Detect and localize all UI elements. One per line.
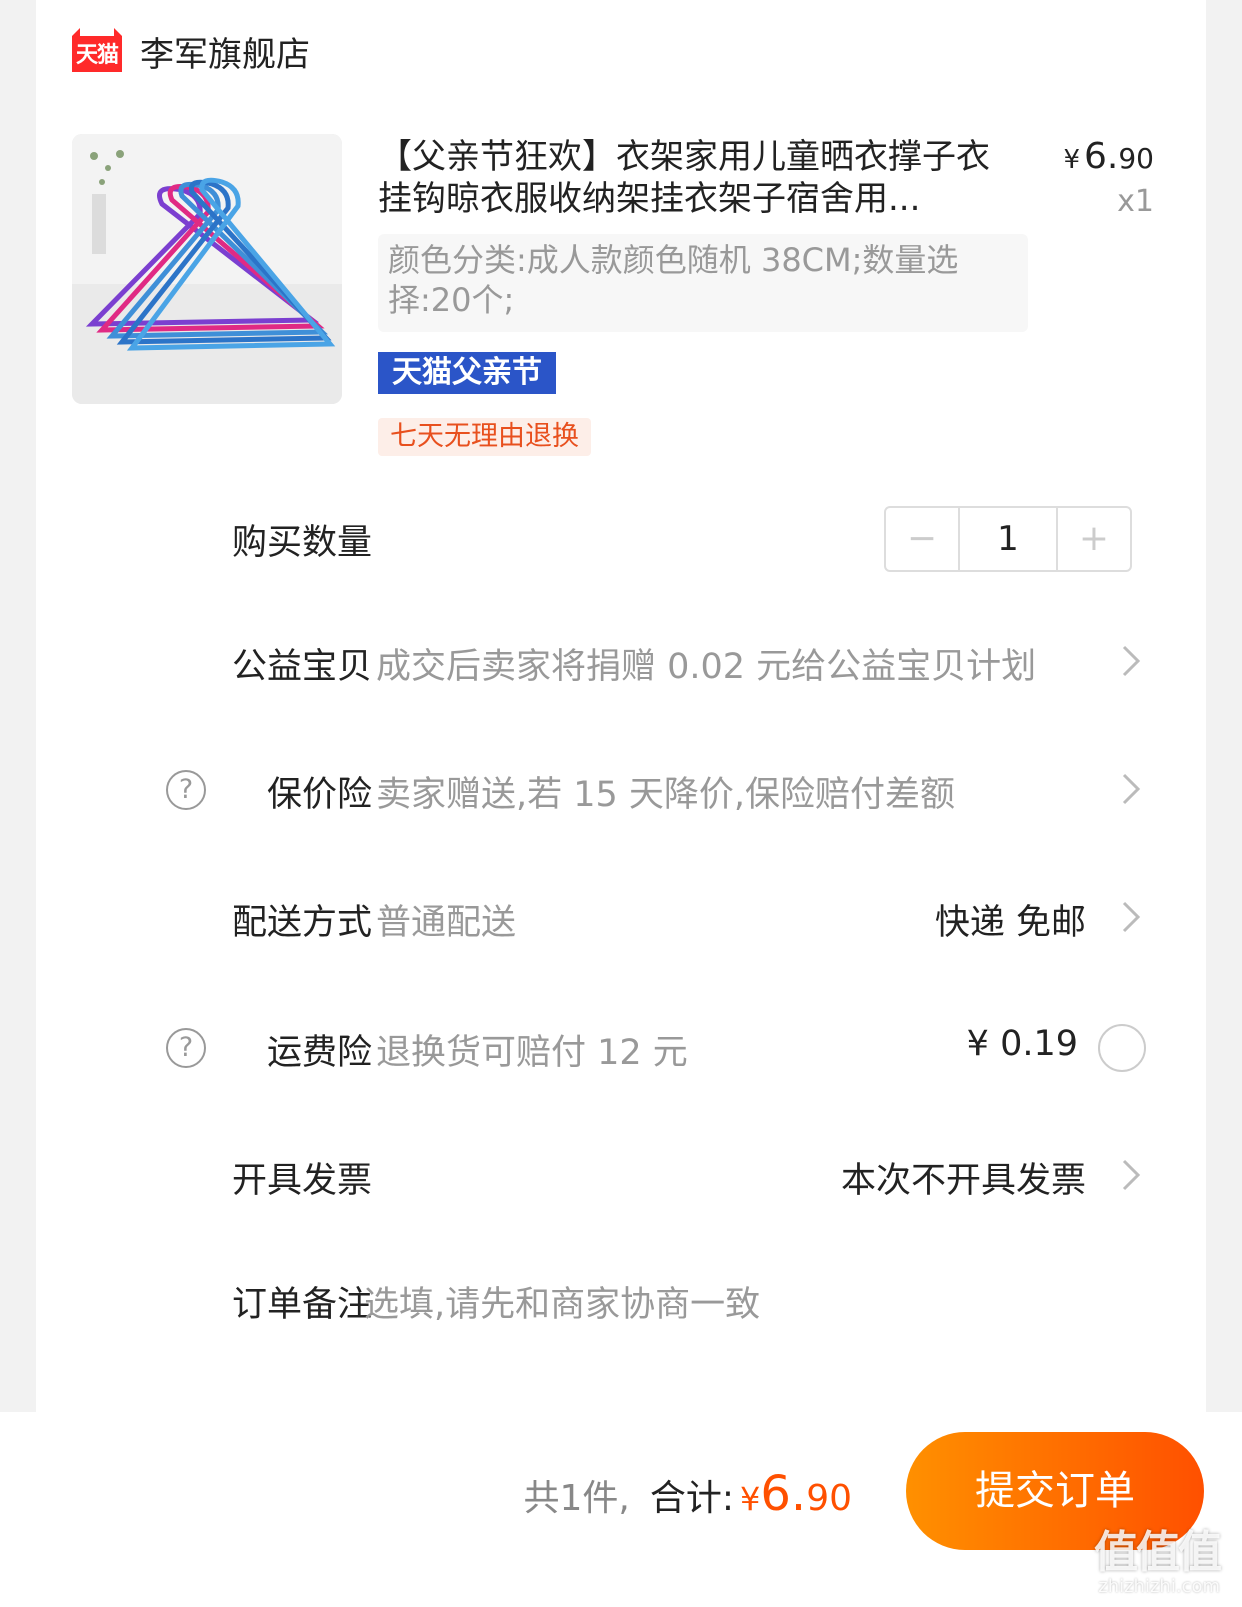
shipping-insurance-label: 运费险: [266, 1033, 372, 1073]
watermark-logo: 值值值: [1094, 1527, 1222, 1578]
total-amount: 6.: [760, 1466, 807, 1522]
sku-info: 颜色分类:成人款颜色随机 38CM;数量选择:20个;: [378, 234, 1028, 332]
chevron-right-icon: [1122, 901, 1141, 933]
order-summary: 共1件, 合计: ¥6.90: [523, 1466, 852, 1522]
return-policy-tag: 七天无理由退换: [378, 418, 591, 456]
price-protect-row[interactable]: ? 保价险 卖家赠送,若 15 天降价,保险赔付差额: [36, 748, 1206, 828]
shipping-insurance-desc: 退换货可赔付 12 元: [376, 1033, 688, 1073]
invoice-value: 本次不开具发票: [840, 1161, 1086, 1201]
tmall-logo-icon: 天猫: [70, 28, 124, 74]
item-count: 共1件,: [523, 1478, 630, 1519]
product-quantity-mark: x1: [1117, 184, 1154, 219]
increment-button[interactable]: +: [1058, 508, 1130, 570]
invoice-label: 开具发票: [231, 1161, 372, 1201]
order-note-row: 订单备注 选填,请先和商家协商一致: [36, 1258, 1206, 1338]
watermark-url: zhizhizhi.com: [1098, 1576, 1220, 1597]
order-note-input[interactable]: 选填,请先和商家协商一致: [364, 1276, 760, 1327]
shipping-insurance-price: ¥ 0.19: [966, 1024, 1078, 1064]
order-note-label: 订单备注: [231, 1285, 372, 1325]
invoice-row[interactable]: 开具发票 本次不开具发票: [36, 1134, 1206, 1214]
delivery-value: 快递 免邮: [934, 903, 1086, 943]
shop-name: 李军旗舰店: [140, 34, 310, 75]
chevron-right-icon: [1122, 773, 1141, 805]
total-label: 合计:: [649, 1478, 735, 1519]
charity-desc: 成交后卖家将捐赠 0.02 元给公益宝贝计划: [376, 647, 1037, 687]
delivery-label: 配送方式: [231, 903, 372, 943]
decrement-button[interactable]: −: [886, 508, 958, 570]
delivery-desc: 普通配送: [376, 903, 517, 943]
charity-row[interactable]: 公益宝贝 成交后卖家将捐赠 0.02 元给公益宝贝计划: [36, 620, 1206, 700]
quantity-row: 购买数量 − 1 +: [36, 496, 1206, 576]
quantity-label: 购买数量: [231, 523, 372, 563]
delivery-row[interactable]: 配送方式 普通配送 快递 免邮: [36, 876, 1206, 956]
product-price: ¥6.90: [1063, 136, 1154, 177]
quantity-stepper[interactable]: − 1 +: [884, 506, 1132, 572]
price-protect-label: 保价险: [266, 775, 372, 815]
checkout-bar: 共1件, 合计: ¥6.90 提交订单: [0, 1412, 1242, 1607]
shop-header[interactable]: 天猫 李军旗舰店: [70, 26, 310, 76]
quantity-input[interactable]: 1: [958, 508, 1058, 570]
charity-label: 公益宝贝: [231, 647, 372, 687]
price-protect-desc: 卖家赠送,若 15 天降价,保险赔付差额: [376, 775, 956, 815]
help-icon[interactable]: ?: [166, 770, 206, 810]
shipping-insurance-row: ? 运费险 退换货可赔付 12 元 ¥ 0.19: [36, 1006, 1206, 1086]
promo-tag: 天猫父亲节: [378, 352, 556, 394]
chevron-right-icon: [1122, 1159, 1141, 1191]
product-title[interactable]: 【父亲节狂欢】衣架家用儿童晒衣撑子衣挂钩晾衣服收纳架挂衣架子宿舍用...: [378, 136, 1008, 220]
shipping-insurance-radio[interactable]: [1098, 1024, 1146, 1072]
help-icon[interactable]: ?: [166, 1028, 206, 1068]
chevron-right-icon: [1122, 645, 1141, 677]
product-image[interactable]: [72, 134, 342, 404]
